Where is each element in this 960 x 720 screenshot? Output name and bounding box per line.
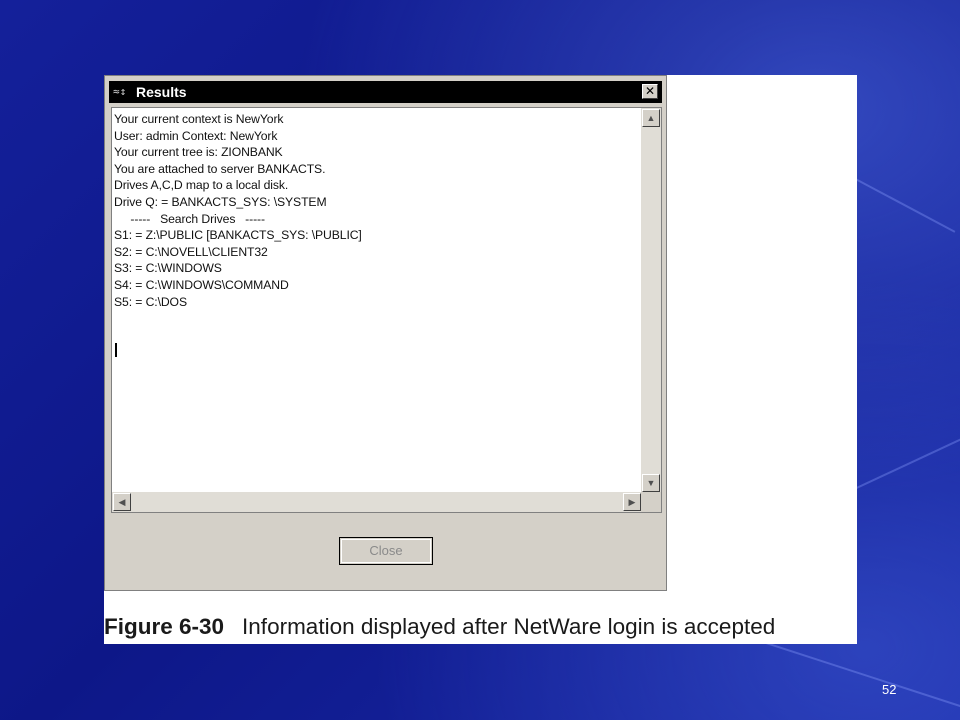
result-line: Your current tree is: ZIONBANK [114, 145, 283, 160]
result-line: Drive Q: = BANKACTS_SYS: \SYSTEM [114, 194, 327, 209]
results-text: Your current context is NewYork User: adm… [114, 111, 636, 471]
arrow-left-icon[interactable]: ◀ [113, 493, 131, 511]
result-line: S4: = C:\WINDOWS\COMMAND [114, 277, 289, 292]
window-title: Results [136, 84, 187, 100]
close-button[interactable]: Close [339, 537, 433, 565]
results-window: ≈↕ Results ✕ Your current context is New… [104, 75, 667, 591]
result-line: S2: = C:\NOVELL\CLIENT32 [114, 244, 268, 259]
figure-caption: Figure 6-30 Information displayed after N… [104, 612, 857, 642]
result-line: S3: = C:\WINDOWS [114, 261, 222, 276]
text-caret [115, 343, 117, 357]
result-line: User: admin Context: NewYork [114, 128, 278, 143]
result-line: You are attached to server BANKACTS. [114, 161, 326, 176]
result-line: S5: = C:\DOS [114, 294, 187, 309]
title-bar[interactable]: ≈↕ Results ✕ [109, 81, 662, 103]
result-line: ----- Search Drives ----- [114, 211, 265, 226]
scrollbar-corner [641, 492, 661, 512]
arrow-down-icon[interactable]: ▼ [642, 474, 660, 492]
results-text-area[interactable]: Your current context is NewYork User: adm… [111, 107, 662, 513]
result-line: S1: = Z:\PUBLIC [BANKACTS_SYS: \PUBLIC] [114, 228, 362, 243]
background-streak [759, 640, 960, 720]
close-icon[interactable]: ✕ [642, 84, 658, 99]
vertical-scrollbar[interactable]: ▲ ▼ [641, 108, 661, 492]
arrow-right-icon[interactable]: ▶ [623, 493, 641, 511]
slide-page-number: 52 [882, 682, 897, 697]
horizontal-scrollbar[interactable]: ◀ ▶ [112, 492, 641, 512]
netware-app-icon: ≈↕ [113, 85, 127, 98]
arrow-up-icon[interactable]: ▲ [642, 109, 660, 127]
figure-text: Information displayed after NetWare logi… [242, 614, 776, 639]
figure-panel: ≈↕ Results ✕ Your current context is New… [104, 75, 857, 644]
figure-number: Figure 6-30 [104, 614, 225, 639]
result-line: Drives A,C,D map to a local disk. [114, 178, 289, 193]
result-line: Your current context is NewYork [114, 112, 284, 126]
